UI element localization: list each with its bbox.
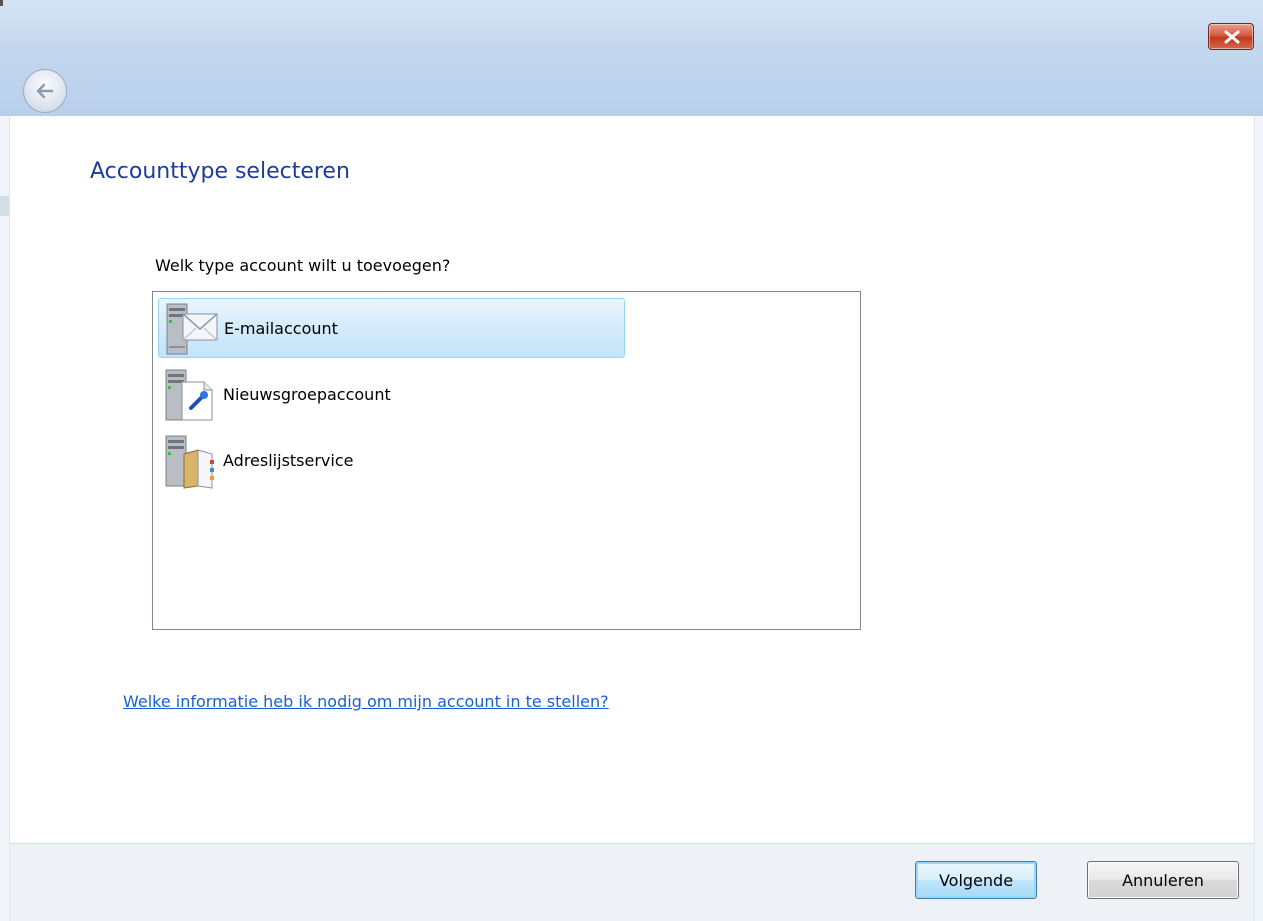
corner-mark	[0, 0, 3, 6]
button-bar	[10, 843, 1254, 921]
list-item-label: Nieuwsgroepaccount	[223, 384, 391, 404]
window-left-edge-accent	[0, 196, 9, 216]
list-item-directory-service[interactable]: Adreslijstservice	[158, 430, 625, 490]
window-right-edge	[1254, 116, 1263, 921]
page-title: Accounttype selecteren	[90, 159, 350, 184]
back-button[interactable]	[23, 69, 67, 113]
account-setup-help-link[interactable]: Welke informatie heb ik nodig om mijn ac…	[123, 688, 609, 716]
newsgroup-server-icon	[158, 364, 220, 424]
list-item-label: E-mailaccount	[224, 318, 338, 338]
close-button[interactable]	[1208, 23, 1254, 50]
list-item-newsgroup-account[interactable]: Nieuwsgroepaccount	[158, 364, 625, 424]
next-button[interactable]: Volgende	[915, 861, 1037, 899]
title-bar	[0, 0, 1263, 116]
email-server-icon	[159, 298, 221, 358]
close-icon	[1224, 30, 1240, 44]
list-item-label: Adreslijstservice	[223, 450, 354, 470]
list-item-email-account[interactable]: E-mailaccount	[158, 298, 625, 358]
directory-server-icon	[158, 430, 220, 490]
account-type-list[interactable]: E-mailaccount Nieuwsgroepaccount Adresli…	[152, 291, 861, 630]
window-left-edge	[0, 116, 10, 921]
back-arrow-icon	[36, 83, 54, 99]
cancel-button[interactable]: Annuleren	[1087, 861, 1239, 899]
account-type-question: Welk type account wilt u toevoegen?	[155, 256, 451, 275]
